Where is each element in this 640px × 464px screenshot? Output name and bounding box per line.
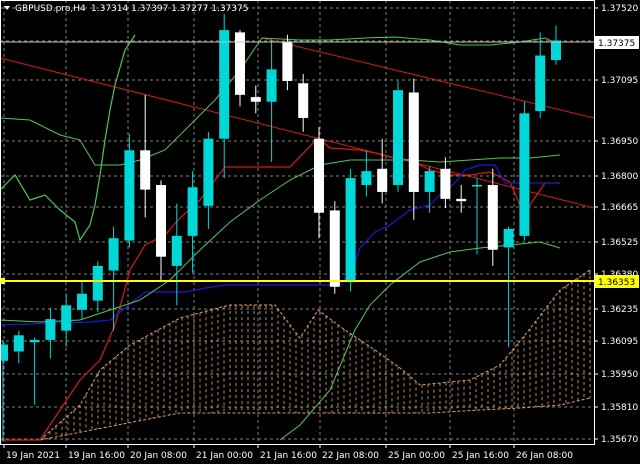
current-price-label: 1.37375 bbox=[598, 39, 635, 49]
candle-bullish bbox=[124, 150, 135, 241]
time-tick-label: 25 Jan 00:00 bbox=[388, 451, 445, 461]
candle-bullish bbox=[13, 335, 24, 352]
price-tick-label: 1.37095 bbox=[601, 76, 638, 86]
overlays bbox=[0, 41, 594, 284]
time-tick-label: 19 Jan 16:00 bbox=[68, 451, 125, 461]
candle-bearish bbox=[408, 92, 419, 192]
candle-bullish bbox=[393, 90, 403, 185]
time-axis: 19 Jan 2021 19 Jan 16:00 20 Jan 08:00 21 Ja… bbox=[3, 444, 573, 461]
candle-bullish bbox=[519, 113, 530, 236]
candle-bearish bbox=[282, 41, 293, 81]
candle-bullish bbox=[535, 55, 546, 111]
price-tick-label: 1.37520 bbox=[601, 4, 638, 14]
candle-bullish bbox=[203, 138, 214, 206]
candle-bearish bbox=[329, 210, 340, 287]
price-tick-label: 1.36950 bbox=[601, 137, 638, 147]
hline-price-marker: 1.36353 bbox=[595, 275, 639, 288]
grid-lines bbox=[0, 0, 594, 444]
candle-bearish bbox=[250, 97, 261, 102]
candle-bearish bbox=[487, 185, 498, 250]
hline-price-label: 1.36353 bbox=[598, 278, 635, 288]
price-tick-label: 1.35670 bbox=[601, 435, 638, 445]
time-tick-label: 25 Jan 16:00 bbox=[452, 451, 509, 461]
candle-bullish bbox=[187, 187, 198, 236]
candle-bullish bbox=[29, 339, 40, 343]
price-tick-label: 1.36800 bbox=[601, 172, 638, 182]
current-price-marker: 1.37375 bbox=[595, 36, 639, 49]
tenkan-sen bbox=[0, 137, 560, 441]
candles bbox=[0, 13, 561, 442]
ohlc-label: 1.37314 1.37397 1.37277 1.37375 bbox=[91, 4, 248, 14]
time-tick-label: 21 Jan 00:00 bbox=[196, 451, 253, 461]
price-tick-label: 1.36525 bbox=[601, 238, 638, 248]
candle-bearish bbox=[456, 198, 467, 202]
chevron-down-icon[interactable] bbox=[4, 6, 10, 10]
candle-bearish bbox=[314, 138, 324, 213]
candle-bullish bbox=[219, 30, 230, 139]
price-tick-label: 1.35810 bbox=[601, 403, 638, 413]
chart-area[interactable]: GBPUSD.pro,H4 1.37314 1.37397 1.37277 1.… bbox=[0, 0, 640, 464]
chart-header: GBPUSD.pro,H4 1.37314 1.37397 1.37277 1.… bbox=[4, 4, 248, 14]
candle-bearish bbox=[298, 83, 309, 118]
candle-bullish bbox=[424, 171, 435, 192]
candle-bullish bbox=[45, 319, 56, 340]
price-tick-label: 1.36235 bbox=[601, 305, 638, 315]
candle-bullish bbox=[266, 69, 277, 102]
price-tick-label: 1.36665 bbox=[601, 203, 638, 213]
price-axis: 1.375201.372301.370951.369501.368001.366… bbox=[594, 4, 638, 445]
time-tick-label: 22 Jan 08:00 bbox=[322, 451, 379, 461]
time-tick-label: 20 Jan 08:00 bbox=[130, 451, 187, 461]
band-upper bbox=[0, 36, 561, 166]
price-tick-label: 1.36095 bbox=[601, 337, 638, 347]
time-tick-label: 26 Jan 08:00 bbox=[516, 451, 573, 461]
candle-bullish bbox=[361, 171, 372, 185]
candle-bearish bbox=[156, 185, 166, 257]
candle-bullish bbox=[503, 228, 514, 248]
candle-bullish bbox=[108, 238, 119, 271]
candle-bullish bbox=[77, 293, 87, 310]
candle-bearish bbox=[440, 168, 451, 199]
candle-bullish bbox=[61, 305, 72, 331]
candle-bullish bbox=[472, 185, 482, 187]
candle-bullish bbox=[92, 265, 103, 301]
candle-bullish bbox=[171, 235, 182, 266]
price-tick-label: 1.35950 bbox=[601, 370, 638, 380]
candle-bullish bbox=[551, 40, 561, 61]
time-tick-label: 19 Jan 2021 bbox=[6, 451, 60, 461]
time-tick-label: 21 Jan 16:00 bbox=[260, 451, 317, 461]
candle-bearish bbox=[140, 150, 151, 190]
candle-bullish bbox=[0, 344, 8, 361]
symbol-label: GBPUSD.pro,H4 bbox=[15, 4, 86, 14]
candle-bullish bbox=[345, 178, 356, 283]
chikou-span bbox=[0, 34, 136, 242]
candle-bearish bbox=[377, 168, 388, 192]
plot-frame bbox=[0, 0, 595, 445]
